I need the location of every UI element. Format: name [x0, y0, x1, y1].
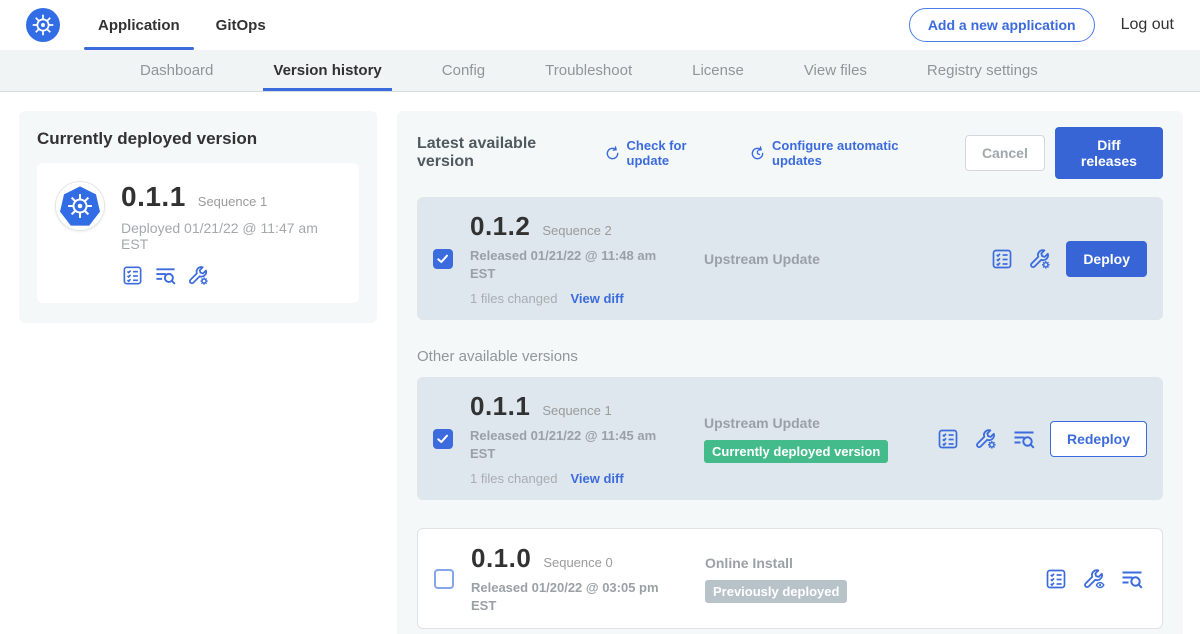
- released-timestamp: Released 01/21/22 @ 11:48 am EST: [470, 247, 666, 282]
- files-changed-label: 1 files changed: [470, 291, 557, 306]
- subnav-license[interactable]: License: [692, 50, 744, 91]
- subnav-config[interactable]: Config: [442, 50, 485, 91]
- version-number: 0.1.0: [471, 543, 531, 574]
- subnav-dashboard[interactable]: Dashboard: [140, 50, 213, 91]
- previously-deployed-badge: Previously deployed: [705, 580, 847, 603]
- tab-gitops[interactable]: GitOps: [216, 0, 266, 50]
- subnav-troubleshoot[interactable]: Troubleshoot: [545, 50, 632, 91]
- subnav-version-history[interactable]: Version history: [273, 50, 381, 91]
- version-number: 0.1.2: [470, 211, 530, 242]
- deployed-sequence-label: Sequence 1: [198, 194, 267, 209]
- latest-available-title: Latest available version: [417, 135, 590, 171]
- release-notes-icon[interactable]: [990, 247, 1014, 271]
- kubernetes-logo-icon: [26, 8, 60, 42]
- logout-link[interactable]: Log out: [1121, 16, 1174, 34]
- version-checkbox[interactable]: [434, 569, 454, 589]
- latest-available-panel: Latest available version Check for updat…: [397, 111, 1183, 634]
- app-logo-badge: [55, 181, 105, 231]
- preflight-checks-icon[interactable]: [1120, 567, 1144, 591]
- app-subnav: Dashboard Version history Config Trouble…: [0, 50, 1200, 92]
- clock-refresh-icon: [749, 145, 766, 162]
- check-for-update-label: Check for update: [627, 138, 727, 168]
- configure-updates-link[interactable]: Configure automatic updates: [749, 138, 943, 168]
- version-card-0-1-2: 0.1.2 Sequence 2 Released 01/21/22 @ 11:…: [417, 197, 1163, 320]
- currently-deployed-panel: Currently deployed version 0.1.1 Sequenc…: [19, 111, 377, 323]
- configure-updates-label: Configure automatic updates: [772, 138, 943, 168]
- version-card-0-1-1: 0.1.1 Sequence 1 Released 01/21/22 @ 11:…: [417, 377, 1163, 500]
- currently-deployed-badge: Currently deployed version: [704, 440, 888, 463]
- add-application-button[interactable]: Add a new application: [909, 8, 1095, 42]
- refresh-icon: [604, 145, 621, 162]
- kubernetes-logo-icon: [60, 186, 100, 226]
- brand-logo: [26, 0, 60, 50]
- deployed-version-number: 0.1.1: [121, 181, 186, 213]
- subnav-view-files[interactable]: View files: [804, 50, 867, 91]
- files-changed-label: 1 files changed: [470, 471, 557, 486]
- config-gear-icon[interactable]: [974, 427, 998, 451]
- view-diff-link[interactable]: View diff: [570, 471, 623, 486]
- sequence-label: Sequence 2: [542, 223, 611, 238]
- version-source-label: Online Install: [705, 555, 937, 571]
- version-source-label: Upstream Update: [704, 415, 936, 431]
- version-checkbox[interactable]: [433, 249, 453, 269]
- config-gear-icon[interactable]: [187, 264, 210, 287]
- deploy-button[interactable]: Deploy: [1066, 241, 1147, 277]
- config-gear-icon[interactable]: [1028, 247, 1052, 271]
- check-for-update-link[interactable]: Check for update: [604, 138, 727, 168]
- release-notes-icon[interactable]: [936, 427, 960, 451]
- view-diff-link[interactable]: View diff: [570, 291, 623, 306]
- deployed-version-card: 0.1.1 Sequence 1 Deployed 01/21/22 @ 11:…: [37, 163, 359, 303]
- released-timestamp: Released 01/21/22 @ 11:45 am EST: [470, 427, 666, 462]
- diff-releases-button[interactable]: Diff releases: [1055, 127, 1163, 179]
- released-timestamp: Released 01/20/22 @ 03:05 pm EST: [471, 579, 667, 614]
- preflight-checks-icon[interactable]: [154, 264, 177, 287]
- redeploy-button[interactable]: Redeploy: [1050, 421, 1147, 457]
- other-versions-label: Other available versions: [417, 348, 1163, 365]
- release-notes-icon[interactable]: [1044, 567, 1068, 591]
- version-source-label: Upstream Update: [704, 251, 936, 267]
- config-view-icon[interactable]: [1082, 567, 1106, 591]
- version-card-0-1-0: 0.1.0 Sequence 0 Released 01/20/22 @ 03:…: [417, 528, 1163, 629]
- cancel-button[interactable]: Cancel: [965, 135, 1045, 171]
- version-number: 0.1.1: [470, 391, 530, 422]
- release-notes-icon[interactable]: [121, 264, 144, 287]
- tab-application[interactable]: Application: [98, 0, 180, 50]
- subnav-registry-settings[interactable]: Registry settings: [927, 50, 1038, 91]
- preflight-checks-icon[interactable]: [1012, 427, 1036, 451]
- deployed-timestamp: Deployed 01/21/22 @ 11:47 am EST: [121, 220, 341, 252]
- currently-deployed-title: Currently deployed version: [37, 129, 359, 149]
- sequence-label: Sequence 0: [543, 555, 612, 570]
- top-nav-tabs: Application GitOps: [98, 0, 266, 50]
- version-checkbox[interactable]: [433, 429, 453, 449]
- top-nav: Application GitOps Add a new application…: [0, 0, 1200, 50]
- sequence-label: Sequence 1: [542, 403, 611, 418]
